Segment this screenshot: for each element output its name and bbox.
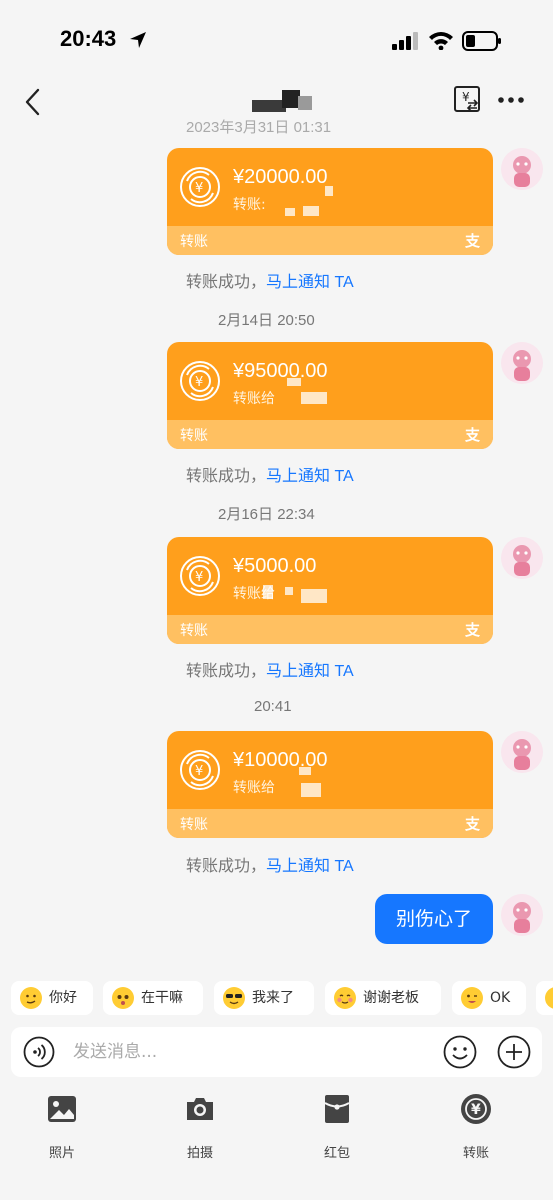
emoji-icon bbox=[545, 987, 553, 1009]
avatar[interactable] bbox=[501, 537, 543, 579]
red-packet-icon bbox=[324, 1095, 350, 1123]
voice-input-icon[interactable] bbox=[23, 1036, 55, 1068]
svg-text:¥: ¥ bbox=[195, 570, 203, 585]
quick-reply-chip[interactable]: OK bbox=[452, 981, 526, 1015]
notify-link[interactable]: 马上通知 TA bbox=[266, 858, 354, 875]
partial-timestamp: 2023年3月31日 01:31 bbox=[186, 119, 332, 136]
currency-exchange-icon[interactable]: ¥ bbox=[452, 84, 482, 114]
chat-message-list[interactable]: 2023年3月31日 01:31 ¥ ¥20000.00 转账: 转账 支 转账… bbox=[0, 118, 553, 978]
transfer-type-label: 转账 bbox=[180, 817, 208, 833]
alipay-mark-icon: 支 bbox=[464, 232, 480, 250]
transfer-type-label: 转账 bbox=[180, 623, 208, 639]
transfer-subtitle: 转账: bbox=[233, 197, 266, 213]
transfer-amount: ¥5000.00 bbox=[233, 555, 317, 577]
transfer-card[interactable]: ¥ ¥20000.00 转账: 转账 支 bbox=[167, 148, 493, 255]
transfer-card[interactable]: ¥ ¥5000.00 转账给 转账 支 bbox=[167, 537, 493, 644]
alipay-mark-icon: 支 bbox=[464, 426, 480, 444]
back-button[interactable] bbox=[18, 84, 50, 120]
transfer-status: 转账成功，马上通知 TA bbox=[186, 468, 354, 485]
transfer-coin-icon: ¥ bbox=[180, 556, 220, 596]
my-avatar[interactable] bbox=[501, 894, 543, 936]
transfer-amount: ¥20000.00 bbox=[233, 166, 328, 188]
transfer-card[interactable]: ¥ ¥95000.00 转账给 转账 支 bbox=[167, 342, 493, 449]
transfer-subtitle: 转账给 bbox=[233, 780, 275, 796]
toolbar-photo[interactable]: 照片 bbox=[22, 1093, 102, 1161]
svg-text:¥: ¥ bbox=[462, 90, 470, 104]
transfer-coin-icon: ¥ bbox=[180, 361, 220, 401]
battery-icon bbox=[462, 31, 501, 51]
svg-text:¥: ¥ bbox=[195, 375, 203, 390]
transfer-amount: ¥95000.00 bbox=[233, 360, 328, 382]
wifi-icon bbox=[429, 32, 453, 50]
emoji-picker-icon[interactable] bbox=[443, 1035, 477, 1069]
alipay-mark-icon: 支 bbox=[464, 621, 480, 639]
transfer-card[interactable]: ¥ ¥10000.00 转账给 转账 支 bbox=[167, 731, 493, 838]
toolbar-camera[interactable]: 拍摄 bbox=[160, 1093, 240, 1161]
transfer-subtitle: 转账给 bbox=[233, 391, 275, 407]
avatar[interactable] bbox=[501, 342, 543, 384]
camera-icon bbox=[187, 1098, 213, 1120]
add-more-icon[interactable] bbox=[497, 1035, 531, 1069]
quick-reply-chip-partial[interactable] bbox=[536, 981, 553, 1015]
quick-reply-chip[interactable]: 你好 bbox=[11, 981, 93, 1015]
transfer-status: 转账成功，马上通知 TA bbox=[186, 663, 354, 680]
svg-text:¥: ¥ bbox=[471, 1102, 481, 1118]
blushing-emoji-icon bbox=[334, 987, 356, 1009]
transfer-coin-icon: ¥ bbox=[180, 750, 220, 790]
timestamp: 20:41 bbox=[254, 698, 292, 715]
quick-reply-chip[interactable]: 我来了 bbox=[214, 981, 314, 1015]
photo-icon bbox=[48, 1096, 76, 1122]
avatar[interactable] bbox=[501, 148, 543, 190]
status-bar: 20:43 bbox=[0, 0, 553, 80]
cellular-signal-icon bbox=[392, 32, 418, 50]
svg-text:¥: ¥ bbox=[195, 181, 203, 196]
transfer-type-label: 转账 bbox=[180, 428, 208, 444]
alipay-mark-icon: 支 bbox=[464, 815, 480, 833]
avatar[interactable] bbox=[501, 731, 543, 773]
transfer-coin-icon: ¥ bbox=[180, 167, 220, 207]
notify-link[interactable]: 马上通知 TA bbox=[266, 468, 354, 485]
transfer-status: 转账成功，马上通知 TA bbox=[186, 274, 354, 291]
timestamp: 2月14日 20:50 bbox=[218, 312, 315, 329]
svg-text:¥: ¥ bbox=[195, 764, 203, 779]
quick-reply-bar[interactable]: 你好 在干嘛 我来了 谢谢老板 OK bbox=[0, 981, 553, 1017]
notify-link[interactable]: 马上通知 TA bbox=[266, 274, 354, 291]
contact-name-redacted bbox=[252, 90, 312, 112]
status-time: 20:43 bbox=[60, 26, 117, 51]
outgoing-message[interactable]: 别伤心了 bbox=[375, 894, 493, 944]
location-arrow-icon bbox=[130, 32, 146, 48]
transfer-status: 转账成功，马上通知 TA bbox=[186, 858, 354, 875]
wink-emoji-icon bbox=[461, 987, 483, 1009]
transfer-icon: ¥ bbox=[461, 1094, 491, 1124]
more-options-icon[interactable] bbox=[496, 90, 526, 110]
bottom-toolbar: 照片 拍摄 红包 ¥ 转账 bbox=[0, 1085, 553, 1200]
message-input[interactable] bbox=[73, 1037, 423, 1067]
quick-reply-chip[interactable]: 在干嘛 bbox=[103, 981, 203, 1015]
transfer-type-label: 转账 bbox=[180, 234, 208, 250]
quick-reply-chip[interactable]: 谢谢老板 bbox=[325, 981, 441, 1015]
sunglasses-emoji-icon bbox=[223, 987, 245, 1009]
curious-emoji-icon bbox=[112, 987, 134, 1009]
timestamp: 2月16日 22:34 bbox=[218, 506, 315, 523]
toolbar-transfer[interactable]: ¥ 转账 bbox=[436, 1093, 516, 1161]
transfer-amount: ¥10000.00 bbox=[233, 749, 328, 771]
toolbar-red-packet[interactable]: 红包 bbox=[297, 1093, 377, 1161]
thinking-emoji-icon bbox=[20, 987, 42, 1009]
notify-link[interactable]: 马上通知 TA bbox=[266, 663, 354, 680]
message-composer bbox=[11, 1027, 542, 1077]
